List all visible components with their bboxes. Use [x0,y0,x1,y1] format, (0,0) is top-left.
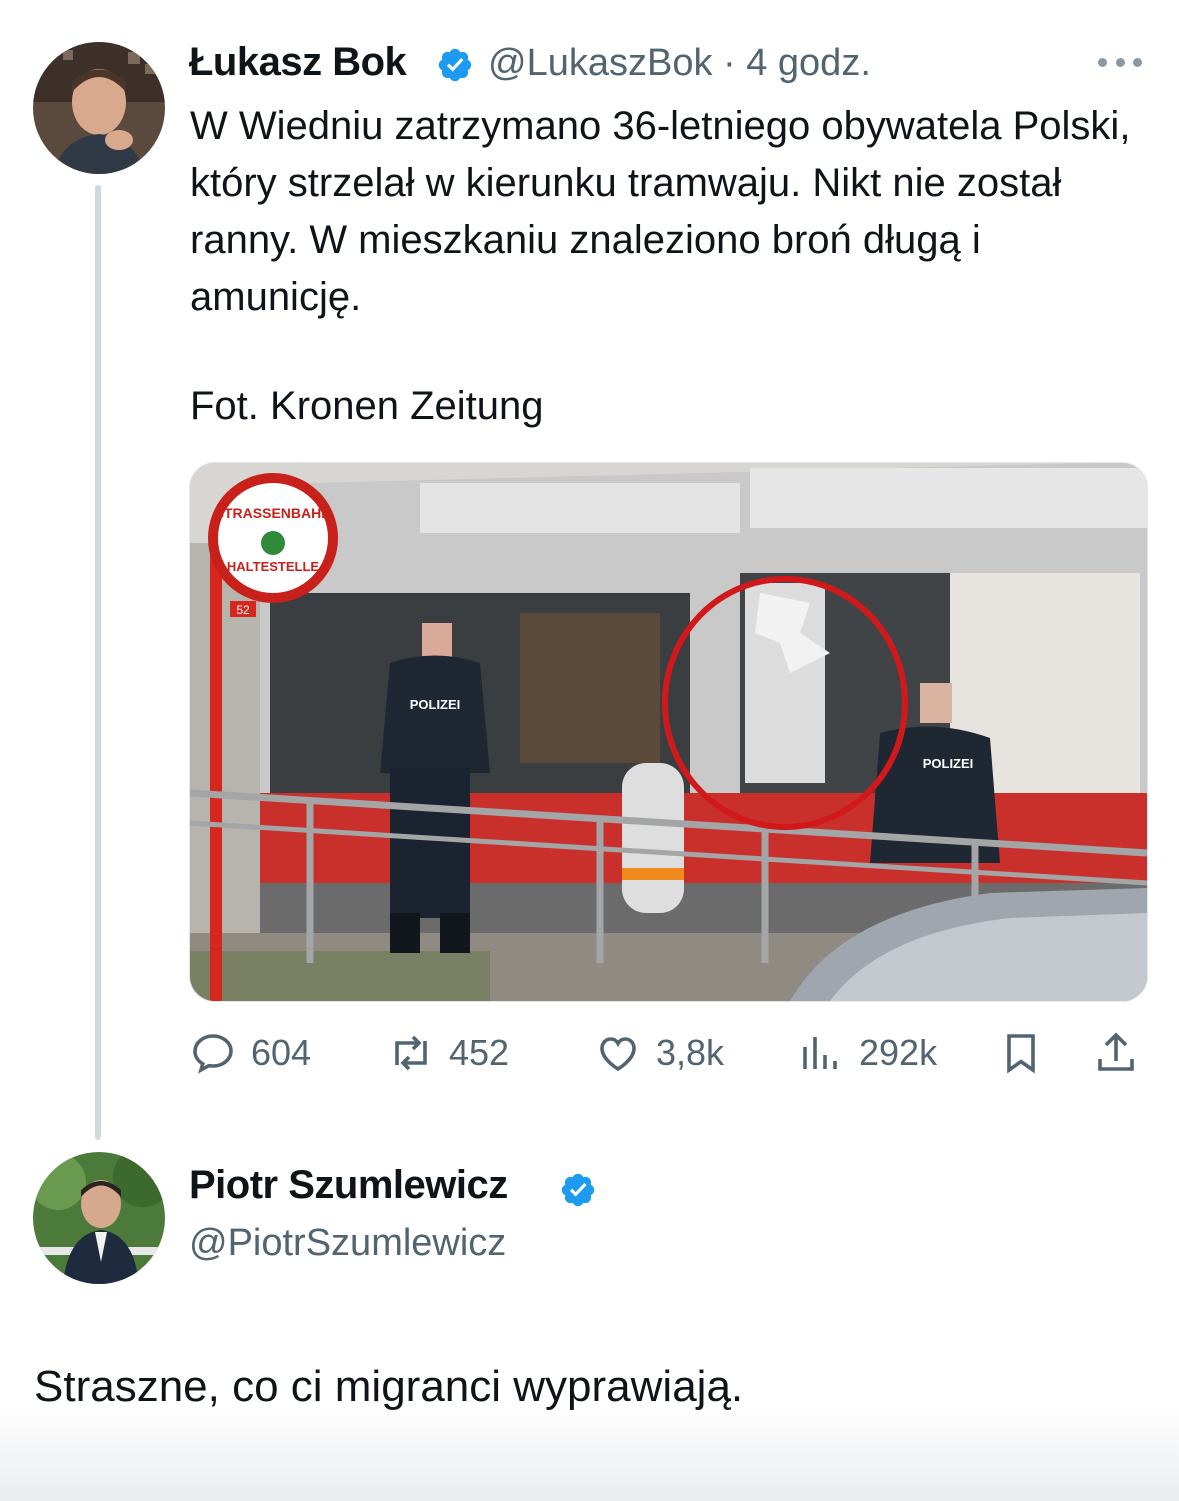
photo-caption: Fot. Kronen Zeitung [190,384,544,428]
like-button[interactable]: 3,8k [594,1025,724,1080]
more-icon[interactable] [1098,58,1142,68]
author-name[interactable]: Łukasz Bok [189,40,407,85]
vest-label-1: POLIZEI [410,697,461,712]
bottom-fade [0,1406,1179,1501]
verified-badge-icon [561,1173,595,1207]
tweet-text: W Wiedniu zatrzymano 36-letniego obywate… [190,104,1142,319]
stop-sign-top-text: STRASSENBAHN [215,505,332,521]
tweet-photo[interactable]: STRASSENBAHN HALTESTELLE 52 POLIZEI POLI… [189,462,1148,1002]
author-handle-time[interactable]: @LukaszBok · 4 godz. [488,42,871,85]
reply-author-avatar[interactable] [33,1152,165,1284]
verified-badge-icon [438,48,472,82]
author-avatar[interactable] [33,42,165,174]
reply-author-name[interactable]: Piotr Szumlewicz [189,1163,508,1208]
views-count: 292k [859,1031,938,1073]
stop-sign-bottom-text: HALTESTELLE [227,559,320,574]
views-button[interactable]: 292k [797,1025,937,1080]
share-button[interactable] [1092,1025,1154,1080]
stop-number-text: 52 [236,603,250,617]
like-count: 3,8k [656,1031,725,1073]
bookmark-icon [1007,1033,1035,1073]
reply-author-handle[interactable]: @PiotrSzumlewicz [189,1222,506,1265]
repost-count: 452 [449,1031,510,1073]
share-icon [1098,1031,1134,1071]
views-icon [803,1036,837,1069]
tweet-actions: 604 452 3,8k 292k [189,1025,1149,1080]
bookmark-button[interactable] [997,1025,1059,1080]
reply-icon [193,1033,233,1074]
reply-tweet-text: Straszne, co ci migranci wyprawiają. [34,1362,744,1411]
reply-button[interactable]: 604 [189,1025,311,1080]
repost-icon [395,1035,427,1070]
reply-count: 604 [251,1031,312,1073]
vest-label-2: POLIZEI [923,756,974,771]
like-icon [600,1036,636,1071]
thread-line [95,185,101,1140]
repost-button[interactable]: 452 [387,1025,509,1080]
